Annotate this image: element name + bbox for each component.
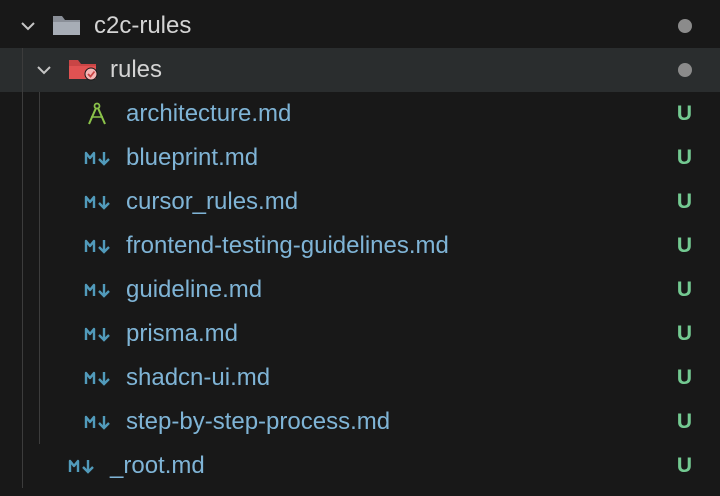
folder-name: rules <box>110 56 163 83</box>
file-name: frontend-testing-guidelines.md <box>126 232 449 259</box>
folder-name: c2c-rules <box>94 12 192 39</box>
untracked-badge: U <box>676 410 692 433</box>
markdown-icon <box>84 366 114 390</box>
file-name: step-by-step-process.md <box>126 408 391 435</box>
file-name: _root.md <box>110 452 205 479</box>
markdown-icon <box>84 278 114 302</box>
chevron-down-icon[interactable] <box>32 58 56 82</box>
untracked-badge: U <box>676 366 692 389</box>
tree-row-file[interactable]: frontend-testing-guidelines.md U <box>0 224 720 268</box>
markdown-icon <box>84 146 114 170</box>
untracked-badge: U <box>676 454 692 477</box>
tree-row-file[interactable]: prisma.md U <box>0 312 720 356</box>
markdown-icon <box>84 190 114 214</box>
file-explorer: c2c-rules rules architecture.md U bluepr… <box>0 0 720 496</box>
file-name: cursor_rules.md <box>126 188 299 215</box>
file-name: guideline.md <box>126 276 263 303</box>
untracked-badge: U <box>676 234 692 257</box>
untracked-badge: U <box>676 190 692 213</box>
tree-row-file[interactable]: cursor_rules.md U <box>0 180 720 224</box>
file-name: shadcn-ui.md <box>126 364 271 391</box>
tree-row-rules[interactable]: rules <box>0 48 720 92</box>
markdown-icon <box>68 454 98 478</box>
modified-dot-icon <box>678 63 692 77</box>
file-name: blueprint.md <box>126 144 259 171</box>
tree-row-file[interactable]: architecture.md U <box>0 92 720 136</box>
untracked-badge: U <box>676 102 692 125</box>
rules-folder-icon <box>68 58 98 82</box>
tree-row-file[interactable]: step-by-step-process.md U <box>0 400 720 444</box>
tree-row-file[interactable]: guideline.md U <box>0 268 720 312</box>
untracked-badge: U <box>676 322 692 345</box>
compass-icon <box>86 102 116 126</box>
tree-row-file[interactable]: shadcn-ui.md U <box>0 356 720 400</box>
markdown-icon <box>84 322 114 346</box>
tree-row-file[interactable]: blueprint.md U <box>0 136 720 180</box>
modified-dot-icon <box>678 19 692 33</box>
untracked-badge: U <box>676 278 692 301</box>
markdown-icon <box>84 234 114 258</box>
file-name: architecture.md <box>126 100 292 127</box>
tree-row-root-file[interactable]: _root.md U <box>0 444 720 488</box>
tree-row-c2c-rules[interactable]: c2c-rules <box>0 4 720 48</box>
chevron-down-icon[interactable] <box>16 14 40 38</box>
file-name: prisma.md <box>126 320 239 347</box>
markdown-icon <box>84 410 114 434</box>
folder-icon <box>52 14 82 38</box>
untracked-badge: U <box>676 146 692 169</box>
